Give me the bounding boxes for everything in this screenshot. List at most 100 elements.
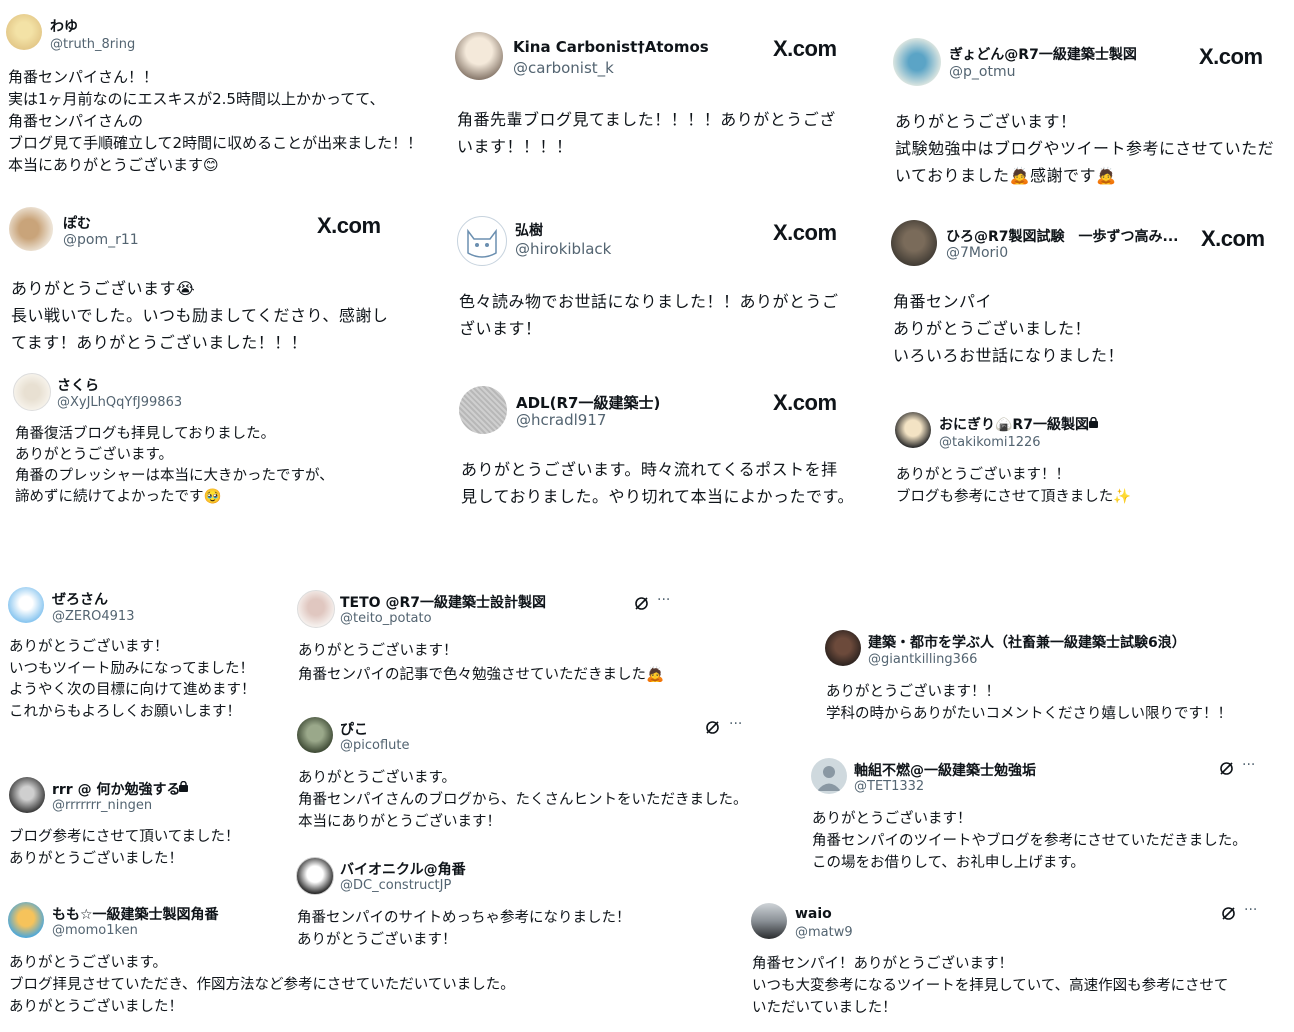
avatar[interactable]: [9, 207, 53, 251]
default-avatar-icon: [817, 766, 841, 791]
user-handle[interactable]: @TET1332: [854, 779, 924, 794]
tweet-text: 角番センパイ！ありがとうございます！ いつも大変参考になるツイートを拝見していて…: [752, 956, 1229, 1016]
user-name[interactable]: おにぎり🍙R7一級製図: [939, 414, 1089, 434]
tweet-text: ありがとうございます。 角番センパイさんのブログから、たくさんヒントをいただきま…: [298, 770, 748, 830]
user-name[interactable]: もも☆一級建築士製図角番: [52, 904, 219, 924]
avatar[interactable]: [459, 386, 507, 434]
tweet-text: 角番復活ブログも拝見しておりました。 ありがとうございます。 角番のプレッシャー…: [15, 426, 334, 505]
more-icon[interactable]: ···: [1244, 902, 1257, 918]
user-handle[interactable]: @XyJLhQqYfJ99863: [57, 395, 182, 410]
user-name[interactable]: さくら: [57, 375, 99, 395]
tweet-text: ありがとうございます。時々流れてくるポストを拝 見しておりました。やり切れて本当…: [461, 460, 854, 506]
user-name[interactable]: 建築・都市を学ぶ人（社畜兼一級建築士試験6浪）: [868, 632, 1186, 652]
tweet-text: ありがとうございます！！ 学科の時からありがたいコメントくださり嬉しい限りです！…: [826, 684, 1232, 722]
tweet-card: わゆ @truth_8ring 角番センパイさん！！ 実は1ヶ月前なのにエスキス…: [6, 14, 436, 184]
user-handle[interactable]: @momo1ken: [52, 923, 138, 938]
tweet-text: 色々読み物でお世話になりました！！ありがとうご ざいます！: [459, 292, 839, 338]
avatar[interactable]: [893, 38, 941, 86]
user-handle[interactable]: @hirokiblack: [515, 240, 611, 258]
user-name[interactable]: バイオニクル@角番: [340, 859, 466, 879]
tweet-text: ブログ参考にさせて頂いてました！ ありがとうございました！: [9, 829, 240, 867]
tweet-card: Kina Carbonist†Atomos @carbonist_k X.com…: [455, 32, 865, 172]
grok-icon[interactable]: [705, 720, 720, 735]
user-handle[interactable]: @ZERO4913: [52, 609, 134, 624]
user-name[interactable]: ぴこ: [340, 719, 368, 739]
avatar[interactable]: [455, 32, 503, 80]
avatar[interactable]: [457, 216, 507, 266]
tweet-card: 弘樹 @hirokiblack X.com 色々読み物でお世話になりました！！あ…: [457, 216, 867, 346]
x-logo[interactable]: X.com: [773, 36, 837, 62]
user-name[interactable]: わゆ: [50, 16, 78, 36]
user-name[interactable]: ぽむ: [63, 213, 91, 233]
more-icon[interactable]: ···: [729, 716, 742, 732]
avatar[interactable]: [895, 412, 931, 448]
grok-icon[interactable]: [1221, 906, 1236, 921]
tweet-card: ぽむ @pom_r11 X.com ありがとうございます😭 長い戦いでした。いつ…: [9, 207, 429, 357]
avatar[interactable]: [751, 903, 787, 939]
tweet-card: さくら @XyJLhQqYfJ99863 角番復活ブログも拝見しておりました。 …: [13, 373, 433, 513]
tweet-text: ありがとうございます。 ブログ拝見させていただき、作図方法など参考にさせていただ…: [9, 955, 515, 1015]
tweet-text: ありがとうございます！ 試験勉強中はブログやツイート参考にさせていただ いており…: [895, 112, 1275, 185]
avatar[interactable]: [8, 902, 44, 938]
lock-icon: [1089, 417, 1098, 428]
avatar[interactable]: [297, 590, 335, 628]
user-handle[interactable]: @carbonist_k: [513, 59, 614, 77]
avatar[interactable]: [825, 630, 861, 666]
avatar[interactable]: [296, 857, 334, 895]
user-name[interactable]: 軸組不燃@一級建築士勉強垢: [854, 760, 1036, 780]
user-name[interactable]: Kina Carbonist†Atomos: [513, 38, 709, 56]
tweet-text: ありがとうございます😭 長い戦いでした。いつも励ましてくださり、感謝し てます！…: [11, 279, 389, 352]
x-logo[interactable]: X.com: [773, 220, 837, 246]
avatar[interactable]: [9, 777, 45, 813]
cat-icon: [467, 228, 497, 258]
avatar[interactable]: [297, 717, 333, 753]
user-handle[interactable]: @teito_potato: [340, 611, 432, 626]
avatar[interactable]: [13, 373, 51, 411]
user-name[interactable]: ひろ@R7製図試験 一歩ずつ高み...: [946, 226, 1178, 246]
avatar[interactable]: [811, 758, 847, 794]
tweet-text: ありがとうございます！！ ブログも参考にさせて頂きました✨: [896, 467, 1132, 505]
avatar[interactable]: [6, 14, 42, 50]
tweet-card: おにぎり🍙R7一級製図 @takikomi1226 ありがとうございます！！ ブ…: [895, 412, 1275, 512]
grok-icon[interactable]: [634, 596, 649, 611]
grok-icon[interactable]: [1219, 761, 1234, 776]
user-handle[interactable]: @takikomi1226: [939, 435, 1041, 450]
user-name[interactable]: ぎょどん@R7一級建築士製図: [949, 44, 1137, 64]
user-handle[interactable]: @truth_8ring: [50, 37, 135, 52]
tweet-text: 角番センパイさん！！ 実は1ヶ月前なのにエスキスが2.5時間以上かかってて、 角…: [8, 68, 423, 174]
x-logo[interactable]: X.com: [773, 390, 837, 416]
user-handle[interactable]: @DC_constructJP: [340, 878, 451, 893]
tweet-text: ありがとうございます！ 角番センパイのツイートやブログを参考にさせていただきまし…: [812, 811, 1247, 871]
x-logo[interactable]: X.com: [1201, 226, 1265, 252]
user-handle[interactable]: @matw9: [795, 925, 853, 940]
tweet-card: ひろ@R7製図試験 一歩ずつ高み... @7Mori0 X.com 角番センパイ…: [891, 220, 1286, 370]
x-logo[interactable]: X.com: [1199, 44, 1263, 70]
avatar[interactable]: [891, 220, 937, 266]
tweet-card: もも☆一級建築士製図角番 @momo1ken ありがとうございます。 ブログ拝見…: [8, 902, 568, 1022]
user-handle[interactable]: @rrrrrrr_ningen: [52, 798, 152, 813]
tweet-card: ADL(R7一級建築士) @hcradl917 X.com ありがとうございます…: [459, 386, 869, 516]
tweet-card: ぎょどん@R7一級建築士製図 @p_otmu X.com ありがとうございます！…: [893, 38, 1288, 188]
user-name[interactable]: rrr @ 何か勉強する: [52, 779, 180, 799]
user-name[interactable]: ADL(R7一級建築士): [516, 392, 660, 413]
user-handle[interactable]: @pom_r11: [63, 232, 139, 248]
user-handle[interactable]: @giantkilling366: [868, 652, 977, 667]
tweet-text: 角番センパイ ありがとうございました！ いろいろお世話になりました！: [893, 292, 1125, 365]
user-handle[interactable]: @hcradl917: [516, 411, 606, 429]
user-handle[interactable]: @7Mori0: [946, 245, 1008, 261]
avatar[interactable]: [8, 587, 44, 623]
user-name[interactable]: TETO @R7一級建築士設計製図: [340, 592, 546, 612]
tweet-card: TETO @R7一級建築士設計製図 @teito_potato ··· ありがと…: [297, 590, 697, 690]
user-name[interactable]: 弘樹: [515, 220, 543, 240]
more-icon[interactable]: ···: [1242, 757, 1255, 773]
tweet-text: ありがとうございます！ 角番センパイの記事で色々勉強させていただきました🙇: [298, 643, 665, 683]
user-name[interactable]: waio: [795, 906, 832, 922]
user-handle[interactable]: @picoflute: [340, 738, 410, 753]
tweet-text: 角番先輩ブログ見てました！！！！ありがとうござ います！！！！: [457, 110, 836, 156]
tweet-text: ありがとうございます！ いつもツイート励みになってました！ ようやく次の目標に向…: [9, 639, 256, 720]
tweet-card: 軸組不燃@一級建築士勉強垢 @TET1332 ··· ありがとうございます！ 角…: [811, 757, 1281, 878]
more-icon[interactable]: ···: [657, 592, 670, 608]
user-name[interactable]: ぜろさん: [52, 589, 108, 609]
x-logo[interactable]: X.com: [317, 213, 381, 239]
user-handle[interactable]: @p_otmu: [949, 64, 1015, 80]
